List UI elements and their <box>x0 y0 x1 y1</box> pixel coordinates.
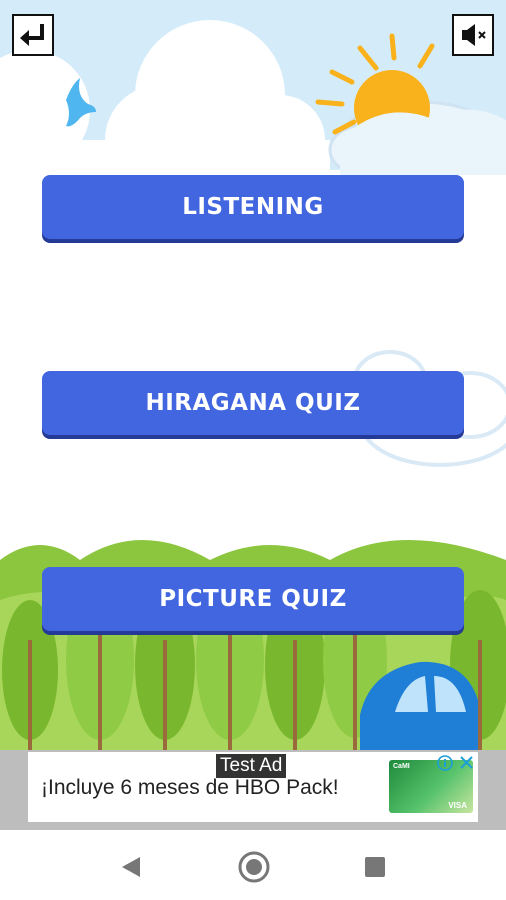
circle-home-icon[interactable] <box>237 850 271 884</box>
ad-card-brand: CaMI <box>393 763 410 770</box>
picture-quiz-button[interactable]: PICTURE QUIZ <box>42 567 464 631</box>
return-arrow-icon <box>20 24 44 46</box>
system-navigation-bar <box>0 830 506 900</box>
ad-card-network: VISA <box>448 801 467 810</box>
test-ad-label: Test Ad <box>216 754 287 778</box>
ad-text[interactable]: ¡Incluye 6 meses de HBO Pack! <box>41 776 339 800</box>
hiragana-quiz-button[interactable]: HIRAGANA QUIZ <box>42 371 464 435</box>
hiragana-quiz-label: HIRAGANA QUIZ <box>145 390 361 416</box>
ad-close-icon <box>460 756 473 769</box>
ad-choices[interactable] <box>436 754 476 772</box>
triangle-back-icon[interactable] <box>120 855 142 879</box>
picture-quiz-label: PICTURE QUIZ <box>159 586 347 612</box>
listening-button[interactable]: LISTENING <box>42 175 464 239</box>
speaker-muted-icon <box>462 24 486 46</box>
back-button[interactable] <box>12 14 54 56</box>
listening-label: LISTENING <box>182 194 324 220</box>
sound-toggle-button[interactable] <box>452 14 494 56</box>
square-recents-icon[interactable] <box>364 856 386 878</box>
